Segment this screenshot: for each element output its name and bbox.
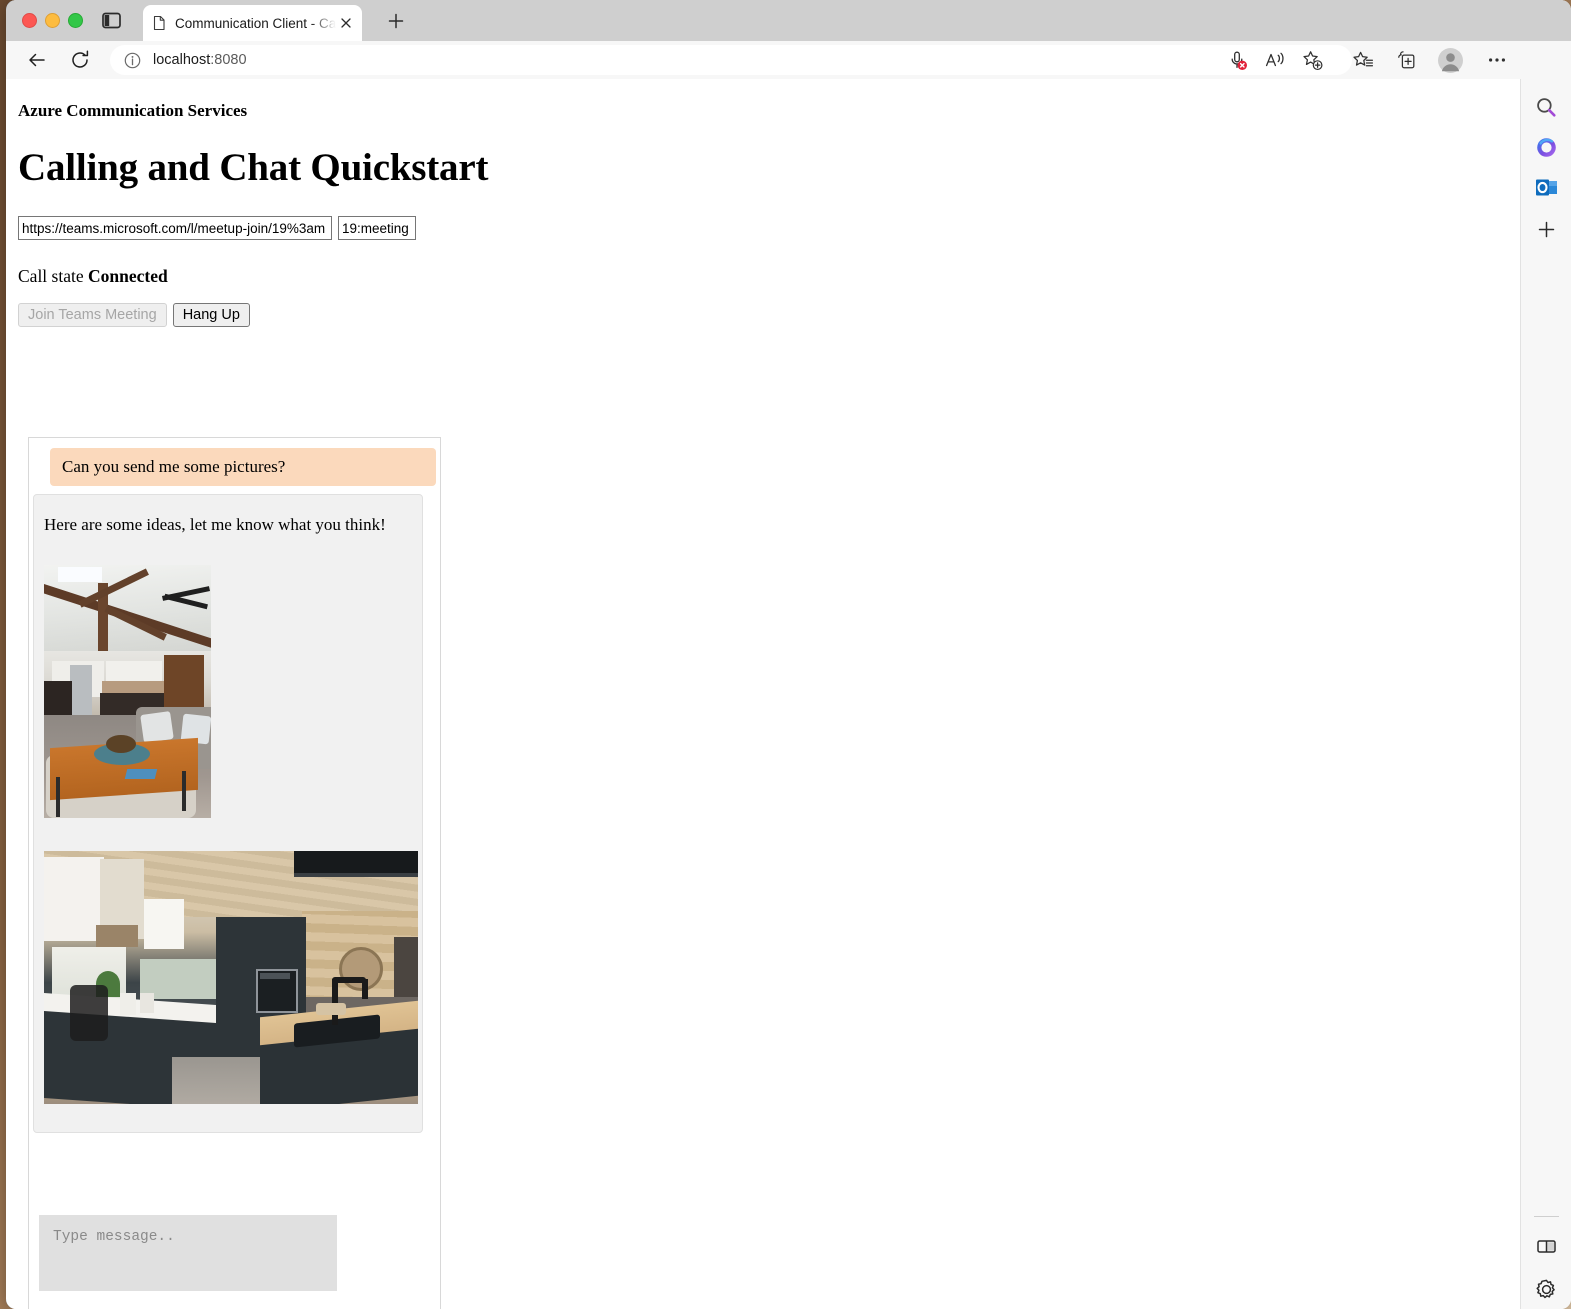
reload-icon[interactable] (69, 49, 91, 71)
teams-meeting-link-input[interactable] (18, 216, 332, 240)
arrow-left-icon[interactable] (26, 49, 48, 71)
favorites-icon[interactable] (1352, 49, 1374, 71)
minimize-window-button[interactable] (45, 13, 60, 28)
kitchen-photo[interactable] (44, 851, 418, 1104)
page-subtitle: Azure Communication Services (18, 101, 248, 120)
edge-sidebar (1520, 79, 1571, 1309)
chat-composer: Send (39, 1215, 431, 1309)
document-icon (151, 15, 167, 31)
call-state-label: Call state (18, 266, 84, 286)
add-site-icon[interactable] (1534, 217, 1559, 242)
chat-panel: Can you send me some pictures? Here are … (28, 437, 441, 1309)
chat-bubble-outgoing: Here are some ideas, let me know what yo… (33, 494, 423, 1133)
add-favorite-icon[interactable] (1301, 49, 1323, 71)
info-circle-icon[interactable] (124, 52, 141, 69)
address-bar-host: localhost (153, 52, 211, 68)
chat-message-row-incoming: Can you send me some pictures? (29, 448, 440, 486)
window-traffic-lights (22, 13, 83, 28)
page-viewport: Azure Communication Services Calling and… (6, 79, 1520, 1309)
search-icon[interactable] (1534, 95, 1559, 120)
living-room-photo[interactable] (44, 565, 211, 818)
message-input[interactable] (39, 1215, 337, 1291)
address-bar[interactable]: localhost:8080 (110, 45, 1352, 75)
copilot-icon[interactable] (1534, 135, 1559, 160)
chat-message-row-outgoing: Here are some ideas, let me know what yo… (29, 486, 440, 1133)
panel-toggle-icon[interactable] (102, 12, 121, 29)
read-aloud-icon[interactable] (1264, 49, 1286, 71)
split-screen-icon[interactable] (1534, 1234, 1559, 1259)
call-state-value: Connected (87, 266, 168, 286)
browser-window: Communication Client - Calling (6, 0, 1571, 1309)
collections-icon[interactable] (1395, 49, 1417, 71)
page-content: Azure Communication Services Calling and… (6, 79, 1520, 1309)
page-title: Calling and Chat Quickstart (18, 146, 489, 189)
thread-id-input[interactable] (338, 216, 416, 240)
close-icon[interactable] (338, 15, 354, 31)
chat-bubble-incoming: Can you send me some pictures? (50, 448, 436, 486)
hang-up-button[interactable]: Hang Up (172, 303, 250, 327)
chat-message-list: Can you send me some pictures? Here are … (29, 438, 440, 1133)
browser-toolbar: localhost:8080 (6, 41, 1571, 115)
more-options-icon[interactable] (1486, 49, 1508, 71)
maximize-window-button[interactable] (68, 13, 83, 28)
close-window-button[interactable] (22, 13, 37, 28)
address-bar-url: localhost:8080 (153, 52, 247, 68)
profile-avatar-icon[interactable] (1438, 48, 1463, 73)
address-bar-port: :8080 (210, 52, 247, 68)
call-buttons-row: Join Teams Meeting Hang Up (18, 303, 1520, 327)
browser-tab-strip: Communication Client - Calling (6, 0, 1571, 41)
join-teams-meeting-button[interactable]: Join Teams Meeting (18, 303, 167, 327)
call-state-line: Call state Connected (18, 266, 1520, 287)
outlook-icon[interactable] (1534, 175, 1559, 200)
browser-tab[interactable]: Communication Client - Calling (143, 5, 362, 41)
chat-bubble-outgoing-text: Here are some ideas, let me know what yo… (44, 515, 386, 534)
meeting-inputs-row (18, 216, 1520, 240)
new-tab-button[interactable] (386, 11, 406, 31)
microphone-muted-icon[interactable] (1226, 49, 1248, 71)
sidebar-divider (1534, 1216, 1559, 1217)
settings-gear-icon[interactable] (1534, 1277, 1559, 1302)
chat-attachment-kitchen[interactable] (44, 851, 418, 1104)
browser-tab-title: Communication Client - Calling (175, 15, 336, 31)
chat-attachment-living-room[interactable] (44, 565, 412, 818)
